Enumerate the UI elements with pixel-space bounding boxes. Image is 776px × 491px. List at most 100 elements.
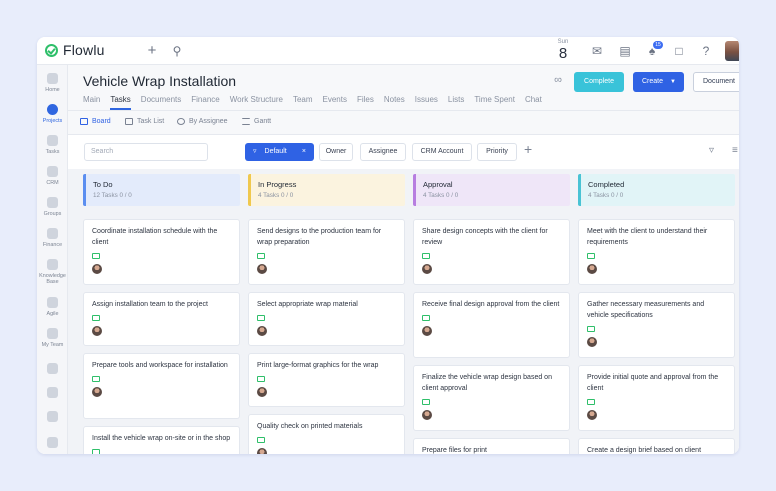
sidebar-item-tasks[interactable]: Tasks bbox=[37, 135, 68, 155]
complete-button[interactable]: Complete bbox=[574, 72, 624, 92]
add-icon[interactable]: + bbox=[144, 43, 160, 59]
tab-work-structure[interactable]: Work Structure bbox=[230, 95, 283, 110]
assignee-avatar[interactable] bbox=[587, 409, 597, 420]
notes-icon[interactable]: ▤ bbox=[617, 43, 633, 59]
filter-owner[interactable]: Owner bbox=[319, 143, 353, 161]
sidebar-item-extra-4[interactable] bbox=[37, 437, 68, 448]
task-card[interactable]: Prepare files for print bbox=[413, 438, 570, 454]
date-widget[interactable]: Sun 8 bbox=[556, 39, 570, 61]
create-button[interactable]: Create ▼ bbox=[633, 72, 684, 92]
task-card[interactable]: Gather necessary measurements and vehicl… bbox=[578, 292, 735, 358]
assignee-avatar[interactable] bbox=[92, 263, 102, 274]
view-task-list[interactable]: Task List bbox=[125, 118, 164, 125]
sidebar-item-extra-2[interactable] bbox=[37, 387, 68, 398]
chat-icon[interactable]: □ bbox=[671, 43, 687, 59]
view-gantt[interactable]: Gantt bbox=[242, 118, 271, 125]
task-card[interactable]: Prepare tools and workspace for installa… bbox=[83, 353, 240, 419]
column-title: To Do bbox=[93, 180, 113, 189]
sidebar-label: Tasks bbox=[45, 149, 60, 155]
project-folder-icon bbox=[92, 314, 100, 321]
tab-time-spent[interactable]: Time Spent bbox=[474, 95, 515, 110]
mail-icon[interactable]: ✉ bbox=[589, 43, 605, 59]
search-icon[interactable]: ⚲ bbox=[169, 43, 185, 59]
sidebar-item-knowledge-base[interactable]: Knowledge Base bbox=[37, 259, 68, 285]
tab-issues[interactable]: Issues bbox=[415, 95, 438, 110]
sidebar-item-finance[interactable]: Finance bbox=[37, 228, 68, 248]
close-icon[interactable]: × bbox=[302, 143, 306, 161]
sidebar-label: My Team bbox=[41, 342, 64, 348]
assignee-avatar[interactable] bbox=[257, 325, 267, 336]
filter-assignee[interactable]: Assignee bbox=[360, 143, 406, 161]
task-card[interactable]: Assign installation team to the project bbox=[83, 292, 240, 346]
view-board[interactable]: Board bbox=[80, 118, 111, 125]
link-icon[interactable]: ∞ bbox=[551, 73, 565, 87]
sidebar-item-my-team[interactable]: My Team bbox=[37, 328, 68, 348]
view-by-assignee[interactable]: By Assignee bbox=[177, 118, 228, 125]
column-header[interactable]: In Progress 4 Tasks 0 / 0 bbox=[248, 174, 405, 206]
task-card[interactable]: Print large-format graphics for the wrap bbox=[248, 353, 405, 407]
tab-documents[interactable]: Documents bbox=[141, 95, 181, 110]
assignee-avatar[interactable] bbox=[422, 409, 432, 420]
task-card[interactable]: Select appropriate wrap material bbox=[248, 292, 405, 346]
tab-tasks[interactable]: Tasks bbox=[110, 95, 131, 110]
date-day: 8 bbox=[558, 45, 568, 62]
column-header[interactable]: Completed 4 Tasks 0 / 0 bbox=[578, 174, 735, 206]
task-card[interactable]: Coordinate installation schedule with th… bbox=[83, 219, 240, 285]
column-header[interactable]: To Do 12 Tasks 0 / 0 bbox=[83, 174, 240, 206]
column-title: Completed bbox=[588, 180, 625, 189]
assignee-avatar[interactable] bbox=[587, 263, 597, 274]
tab-finance[interactable]: Finance bbox=[191, 95, 219, 110]
notification-badge: 15 bbox=[653, 41, 663, 49]
tab-lists[interactable]: Lists bbox=[448, 95, 464, 110]
sidebar-item-extra-3[interactable] bbox=[37, 411, 68, 422]
task-card[interactable]: Create a design brief based on client fe… bbox=[578, 438, 735, 454]
tab-files[interactable]: Files bbox=[357, 95, 374, 110]
tab-chat[interactable]: Chat bbox=[525, 95, 542, 110]
tab-notes[interactable]: Notes bbox=[384, 95, 405, 110]
list-icon bbox=[125, 118, 133, 125]
settings-sliders-icon[interactable]: ≡ bbox=[732, 145, 738, 156]
task-title: Coordinate installation schedule with th… bbox=[92, 228, 218, 246]
assignee-avatar[interactable] bbox=[92, 325, 102, 336]
extra-icon-2 bbox=[47, 387, 58, 398]
task-card[interactable]: Install the vehicle wrap on-site or in t… bbox=[83, 426, 240, 454]
column-header[interactable]: Approval 4 Tasks 0 / 0 bbox=[413, 174, 570, 206]
task-card[interactable]: Receive final design approval from the c… bbox=[413, 292, 570, 358]
column-count: 4 Tasks 0 / 0 bbox=[258, 192, 294, 199]
column-in-progress: In Progress 4 Tasks 0 / 0 Send designs t… bbox=[248, 174, 405, 454]
sidebar-item-home[interactable]: Home bbox=[37, 73, 68, 93]
task-card[interactable]: Send designs to the production team for … bbox=[248, 219, 405, 285]
task-card[interactable]: Meet with the client to understand their… bbox=[578, 219, 735, 285]
assignee-avatar[interactable] bbox=[587, 336, 597, 347]
default-filter-chip[interactable]: ▿ Default × bbox=[245, 143, 314, 161]
task-card[interactable]: Share design concepts with the client fo… bbox=[413, 219, 570, 285]
projects-icon bbox=[47, 104, 58, 115]
user-avatar[interactable] bbox=[725, 41, 739, 61]
assignee-avatar[interactable] bbox=[257, 263, 267, 274]
sidebar-item-groups[interactable]: Groups bbox=[37, 197, 68, 217]
sidebar-item-crm[interactable]: CRM bbox=[37, 166, 68, 186]
filter-priority[interactable]: Priority bbox=[477, 143, 517, 161]
task-card[interactable]: Provide initial quote and approval from … bbox=[578, 365, 735, 431]
sidebar-item-projects[interactable]: Projects bbox=[37, 104, 68, 124]
document-button[interactable]: Document▼ bbox=[693, 72, 739, 92]
sidebar-item-agile[interactable]: Agile bbox=[37, 297, 68, 317]
assignee-avatar[interactable] bbox=[257, 447, 267, 454]
task-card[interactable]: Finalize the vehicle wrap design based o… bbox=[413, 365, 570, 431]
assignee-avatar[interactable] bbox=[92, 386, 102, 397]
assignee-avatar[interactable] bbox=[257, 386, 267, 397]
board-icon bbox=[80, 118, 88, 125]
filter-crm-account[interactable]: CRM Account bbox=[412, 143, 472, 161]
tab-events[interactable]: Events bbox=[323, 95, 347, 110]
help-icon[interactable]: ? bbox=[698, 43, 714, 59]
task-card[interactable]: Quality check on printed materials bbox=[248, 414, 405, 454]
logo[interactable]: Flowlu bbox=[45, 42, 105, 58]
funnel-icon[interactable]: ▿ bbox=[709, 145, 714, 156]
sidebar-item-extra-1[interactable] bbox=[37, 363, 68, 374]
tab-team[interactable]: Team bbox=[293, 95, 313, 110]
assignee-avatar[interactable] bbox=[422, 263, 432, 274]
add-filter-icon[interactable]: + bbox=[524, 141, 532, 157]
search-input[interactable]: Search bbox=[84, 143, 208, 161]
assignee-avatar[interactable] bbox=[422, 325, 432, 336]
tab-main[interactable]: Main bbox=[83, 95, 100, 110]
